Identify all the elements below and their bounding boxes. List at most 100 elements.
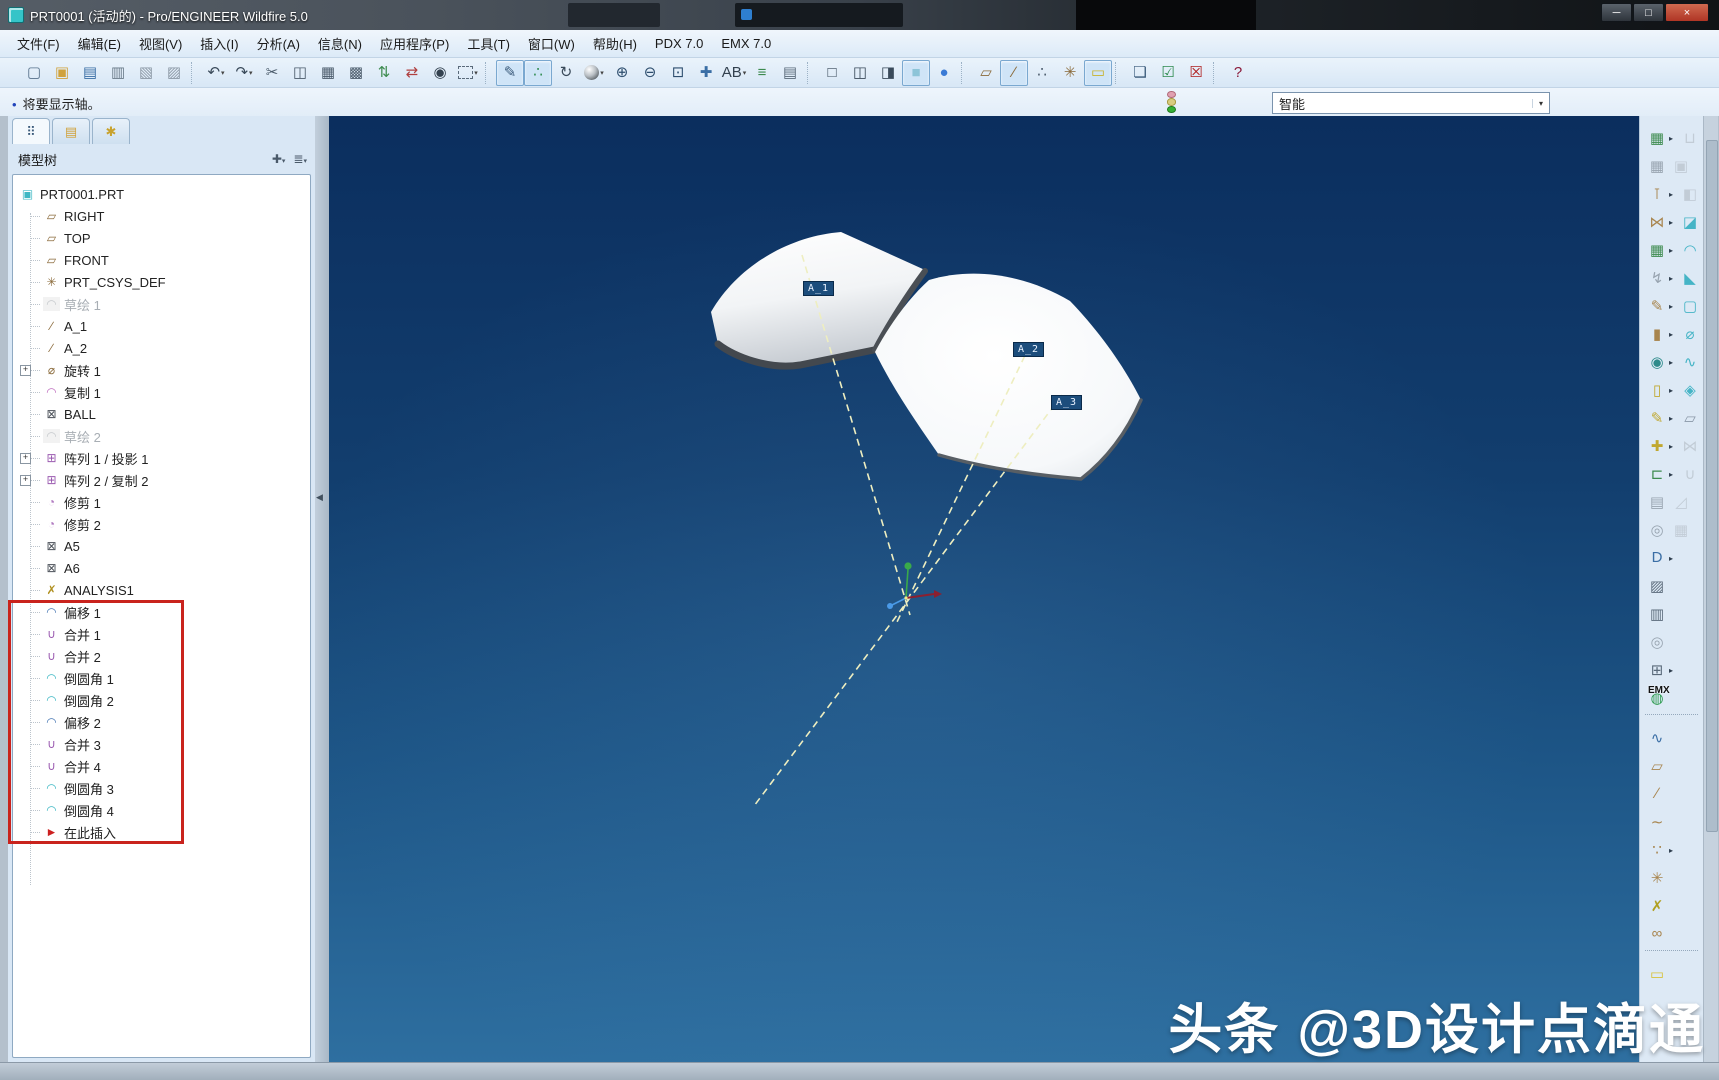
tree-item[interactable]: + ∪ 合并 4 [13, 755, 310, 777]
orient-mode-button[interactable]: ↻ ▾ [552, 60, 580, 86]
tree-item[interactable]: + ⊞ 阵列 1 / 投影 1 [13, 447, 310, 469]
tree-item[interactable]: + ⊠ BALL [13, 403, 310, 425]
emx-database-doc-flyout[interactable]: D [1645, 549, 1669, 567]
plane-display-toggle[interactable]: ▱ ▾ [972, 60, 1000, 86]
redo-button[interactable]: ↷ ▾ [230, 60, 258, 86]
emx-clamp-tool-flyout[interactable]: ⊏ [1645, 465, 1669, 484]
close-button[interactable]: × [1665, 3, 1709, 22]
chamfer-tool[interactable]: ◣ [1678, 269, 1702, 288]
emx-pencil-tool-flyout[interactable]: ✎ [1645, 297, 1669, 316]
tree-item[interactable]: + ◠ 草绘 1 [13, 293, 310, 315]
paste-special-button[interactable]: ▩ ▾ [342, 60, 370, 86]
no-hidden-button[interactable]: ◨ ▾ [874, 60, 902, 86]
open-file-button[interactable]: ▣ ▾ [48, 60, 76, 86]
tree-item[interactable]: + ◠ 复制 1 [13, 381, 310, 403]
sketch-tool-button[interactable]: ∿ [1645, 729, 1669, 748]
shell-tool[interactable]: ▣ [1669, 157, 1693, 176]
print-button[interactable]: ▥ ▾ [104, 60, 132, 86]
axis-display-toggle[interactable]: ∕ ▾ [1000, 60, 1028, 86]
annotation-display-toggle[interactable]: ▭ ▾ [1084, 60, 1112, 86]
expand-plus-icon[interactable]: + [20, 475, 31, 486]
wireframe-button[interactable]: □ ▾ [818, 60, 846, 86]
title-bar[interactable]: PRT0001 (活动的) - Pro/ENGINEER Wildfire 5.… [0, 0, 1719, 30]
flyout-arrow-icon[interactable]: ▸ [1669, 190, 1678, 199]
tree-item[interactable]: + ◠ 倒圆角 3 [13, 777, 310, 799]
flyout-arrow-icon[interactable]: ▸ [1669, 134, 1678, 143]
tree-item[interactable]: + ⌀ 旋转 1 [13, 359, 310, 381]
round-tool[interactable]: ◠ [1678, 241, 1702, 260]
saved-views-button[interactable]: AB ▾ [720, 60, 748, 86]
tree-item[interactable]: + ∪ 合并 2 [13, 645, 310, 667]
tree-item[interactable]: + ◠ 偏移 1 [13, 601, 310, 623]
emx-pin-tool-flyout[interactable]: ⊺ [1645, 185, 1669, 204]
paste-button[interactable]: ▦ ▾ [314, 60, 342, 86]
selection-filter-combo[interactable]: 智能 ▾ [1272, 92, 1550, 114]
pattern-tool[interactable]: ▦ [1669, 521, 1693, 540]
tree-item[interactable]: + ▣ PRT0001.PRT [13, 183, 310, 205]
scrollbar-thumb[interactable] [1706, 140, 1718, 832]
slot-tool[interactable]: ⊔ [1678, 129, 1702, 148]
flyout-arrow-icon[interactable]: ▸ [1669, 330, 1678, 339]
print-setup-button[interactable]: ▧ ▾ [132, 60, 160, 86]
tree-item[interactable]: + ▱ FRONT [13, 249, 310, 271]
sweep-tool[interactable]: ∿ [1678, 353, 1702, 372]
tree-item[interactable]: + ⊠ A6 [13, 557, 310, 579]
graphics-viewport[interactable]: A_1 A_2 A_3 [329, 116, 1639, 1062]
merge-tool[interactable]: ∪ [1678, 465, 1702, 484]
analysis-button[interactable]: ✗ [1645, 897, 1669, 916]
emx-sketch-tool-flyout[interactable]: ✎ [1645, 409, 1669, 428]
cut-button[interactable]: ✂ ▾ [258, 60, 286, 86]
tree-settings-button[interactable]: ✚▾ [268, 150, 290, 168]
expand-plus-icon[interactable]: + [20, 453, 31, 464]
flyout-arrow-icon[interactable]: ▸ [1669, 274, 1678, 283]
flyout-arrow-icon[interactable]: ▸ [1669, 358, 1678, 367]
measure-button[interactable]: ⊞ [1645, 661, 1669, 680]
view-manager-button[interactable]: ▤ ▾ [776, 60, 804, 86]
tree-item[interactable]: + ∕ A_2 [13, 337, 310, 359]
maximize-button[interactable]: □ [1633, 3, 1664, 22]
flyout-arrow-icon[interactable]: ▸ [1669, 386, 1678, 395]
blend-tool[interactable]: ◈ [1678, 381, 1702, 400]
panel-splitter[interactable]: ◀ [315, 116, 329, 1062]
extrude-tool[interactable]: ◧ [1678, 185, 1702, 204]
surface-tool[interactable]: ▱ [1678, 409, 1702, 428]
sim-view-button[interactable]: ◎ [1645, 633, 1669, 652]
zoom-out-button[interactable]: ⊖ ▾ [636, 60, 664, 86]
flyout-arrow-icon[interactable]: ▸ [1669, 442, 1678, 451]
context-help-button[interactable]: ? ▾ [1224, 60, 1252, 86]
menu-window[interactable]: 窗口(W) [519, 30, 584, 57]
emx-plate-tool-flyout[interactable]: ▦ [1645, 241, 1669, 260]
tree-item[interactable]: + ► 在此插入 [13, 821, 310, 843]
tree-item[interactable]: + ∪ 合并 1 [13, 623, 310, 645]
menu-help[interactable]: 帮助(H) [584, 30, 646, 57]
tab-favorites[interactable]: ✱ [92, 118, 130, 144]
zoom-in-button[interactable]: ⊕ ▾ [608, 60, 636, 86]
tree-item[interactable]: + ∕ A_1 [13, 315, 310, 337]
emx-pump-tool-flyout[interactable]: ◉ [1645, 353, 1669, 372]
emx-driver-tool-flyout[interactable]: ↯ [1645, 269, 1669, 288]
tree-item[interactable]: + ◠ 草绘 2 [13, 425, 310, 447]
datum-axis-button[interactable]: ∕ [1645, 785, 1669, 803]
minimize-button[interactable]: ─ [1601, 3, 1632, 22]
tab-folder-browser[interactable]: ▤ [52, 118, 90, 144]
datum-plane-button[interactable]: ▱ [1645, 757, 1669, 776]
select-marquee-button[interactable]: ▾ [454, 60, 482, 86]
emx-screw-tool-flyout[interactable]: ⋈ [1645, 213, 1669, 232]
menu-view[interactable]: 视图(V) [130, 30, 191, 57]
sketch-display-toggle[interactable]: ✎ ▾ [496, 60, 524, 86]
tree-show-button[interactable]: ≣▾ [289, 150, 311, 168]
shaded-button[interactable]: ■ ▾ [902, 60, 930, 86]
datum-point-flyout[interactable]: ∵ [1645, 841, 1669, 860]
point-display-toggle[interactable]: ∴ ▾ [1028, 60, 1056, 86]
tree-item[interactable]: + ⊞ 阵列 2 / 复制 2 [13, 469, 310, 491]
tree-item[interactable]: + ◔ 修剪 2 [13, 513, 310, 535]
save-file-button[interactable]: ▤ ▾ [76, 60, 104, 86]
csys-display-toggle[interactable]: ✳ ▾ [1056, 60, 1084, 86]
tree-item[interactable]: + ◔ 修剪 1 [13, 491, 310, 513]
flyout-arrow-icon[interactable]: ▸ [1669, 554, 1678, 563]
regenerate-button[interactable]: ⇅ ▾ [370, 60, 398, 86]
link-button[interactable]: ∞ [1645, 925, 1669, 943]
mirror-tool[interactable]: ⋈ [1678, 437, 1702, 456]
mold-layout-button[interactable]: ▥ [1645, 605, 1669, 624]
annotation-button[interactable]: ▭ [1645, 965, 1669, 984]
